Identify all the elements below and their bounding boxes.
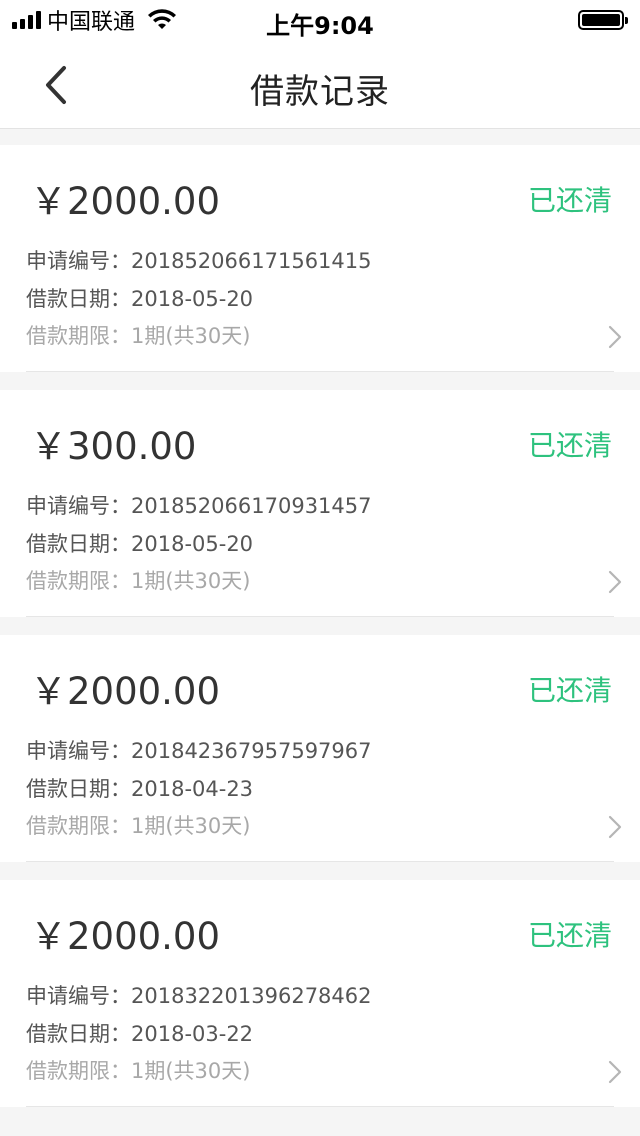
status-bar: 中国联通 上午9:04 bbox=[0, 0, 640, 40]
application-no-value: 201852066170931457 bbox=[131, 494, 372, 518]
loan-term-label: 借款期限： bbox=[26, 814, 131, 838]
loan-term-label: 借款期限： bbox=[26, 324, 131, 348]
loan-date-row: 借款日期：2018-03-22 bbox=[26, 1018, 253, 1048]
loan-record-list: ￥2000.00 已还清 申请编号：201852066171561415 借款日… bbox=[0, 145, 640, 1125]
loan-date-value: 2018-04-23 bbox=[131, 777, 254, 801]
loan-term-value: 1期(共30天) bbox=[131, 814, 251, 838]
application-no-row: 申请编号：201852066171561415 bbox=[26, 245, 372, 275]
application-no-value: 201832201396278462 bbox=[131, 984, 372, 1008]
page-title: 借款记录 bbox=[250, 72, 390, 112]
loan-amount: ￥300.00 bbox=[30, 425, 197, 468]
application-no-row: 申请编号：201852066170931457 bbox=[26, 490, 372, 520]
application-no-row: 申请编号：201832201396278462 bbox=[26, 980, 372, 1010]
status-time: 上午9:04 bbox=[266, 12, 374, 40]
loan-term-row: 借款期限：1期(共30天) bbox=[26, 810, 250, 840]
application-no-label: 申请编号： bbox=[26, 984, 131, 1008]
loan-record-card[interactable]: ￥300.00 已还清 申请编号：201852066170931457 借款日期… bbox=[0, 390, 640, 617]
loan-date-value: 2018-05-20 bbox=[131, 287, 254, 311]
loan-term-value: 1期(共30天) bbox=[131, 569, 251, 593]
loan-date-label: 借款日期： bbox=[26, 532, 131, 556]
loan-date-label: 借款日期： bbox=[26, 1022, 131, 1046]
loan-term-value: 1期(共30天) bbox=[131, 1059, 251, 1083]
loan-date-row: 借款日期：2018-05-20 bbox=[26, 528, 253, 558]
loan-date-label: 借款日期： bbox=[26, 777, 131, 801]
loan-term-label: 借款期限： bbox=[26, 569, 131, 593]
loan-record-card[interactable]: ￥2000.00 已还清 申请编号：201852066171561415 借款日… bbox=[0, 145, 640, 372]
chevron-right-icon bbox=[608, 570, 622, 594]
application-no-label: 申请编号： bbox=[26, 249, 131, 273]
loan-date-value: 2018-03-22 bbox=[131, 1022, 254, 1046]
status-badge: 已还清 bbox=[527, 429, 612, 462]
loan-term-row: 借款期限：1期(共30天) bbox=[26, 565, 250, 595]
chevron-right-icon bbox=[608, 1060, 622, 1084]
application-no-value: 201842367957597967 bbox=[131, 739, 372, 763]
application-no-label: 申请编号： bbox=[26, 739, 131, 763]
loan-date-row: 借款日期：2018-05-20 bbox=[26, 283, 253, 313]
loan-term-row: 借款期限：1期(共30天) bbox=[26, 320, 250, 350]
loan-term-value: 1期(共30天) bbox=[131, 324, 251, 348]
chevron-right-icon bbox=[608, 325, 622, 349]
loan-record-card[interactable]: ￥2000.00 已还清 申请编号：201832201396278462 借款日… bbox=[0, 880, 640, 1107]
application-no-row: 申请编号：201842367957597967 bbox=[26, 735, 372, 765]
loan-term-label: 借款期限： bbox=[26, 1059, 131, 1083]
status-badge: 已还清 bbox=[527, 184, 612, 217]
loan-amount: ￥2000.00 bbox=[30, 180, 221, 223]
loan-record-card[interactable]: ￥2000.00 已还清 申请编号：201842367957597967 借款日… bbox=[0, 635, 640, 862]
loan-amount: ￥2000.00 bbox=[30, 670, 221, 713]
status-badge: 已还清 bbox=[527, 919, 612, 952]
application-no-value: 201852066171561415 bbox=[131, 249, 372, 273]
loan-date-label: 借款日期： bbox=[26, 287, 131, 311]
loan-date-row: 借款日期：2018-04-23 bbox=[26, 773, 253, 803]
nav-bar: 借款记录 bbox=[0, 40, 640, 129]
loan-amount: ￥2000.00 bbox=[30, 915, 221, 958]
application-no-label: 申请编号： bbox=[26, 494, 131, 518]
battery-icon bbox=[578, 10, 628, 30]
status-badge: 已还清 bbox=[527, 674, 612, 707]
loan-term-row: 借款期限：1期(共30天) bbox=[26, 1055, 250, 1085]
chevron-right-icon bbox=[608, 815, 622, 839]
loan-date-value: 2018-05-20 bbox=[131, 532, 254, 556]
